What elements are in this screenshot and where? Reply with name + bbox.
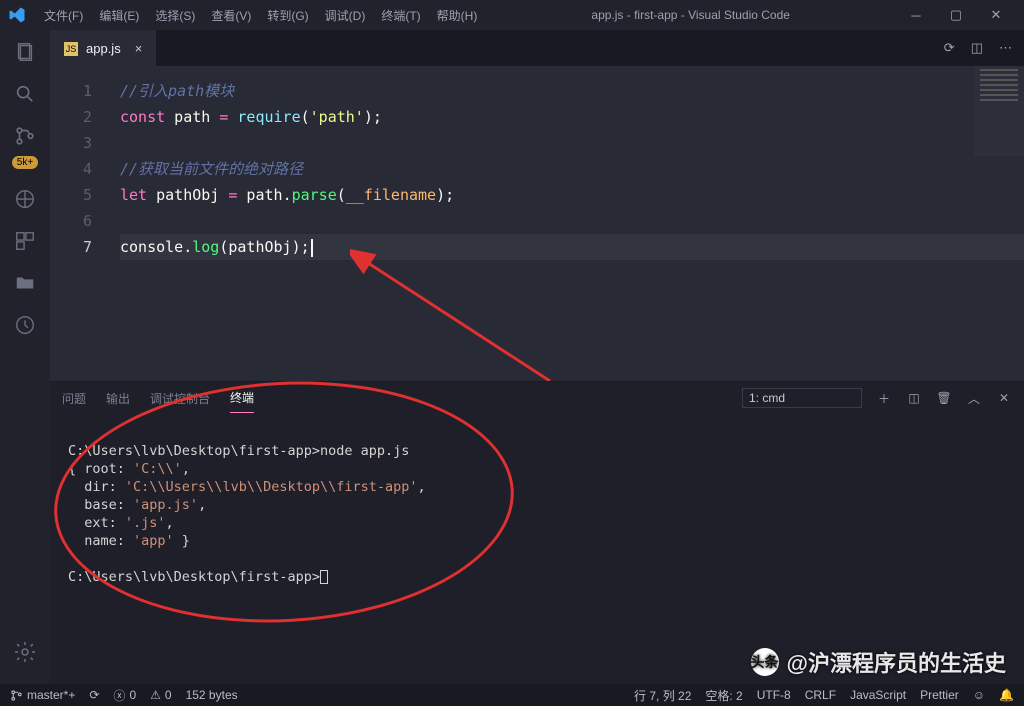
- menu-help[interactable]: 帮助(H): [429, 7, 486, 24]
- menu-select[interactable]: 选择(S): [147, 7, 203, 24]
- maximize-panel-icon[interactable]: ︿: [966, 390, 982, 406]
- extensions-icon[interactable]: [13, 229, 37, 253]
- watermark: 头条 @沪漂程序员的生活史: [751, 646, 1006, 678]
- tab-app-js[interactable]: JS app.js ×: [50, 30, 156, 66]
- git-branch[interactable]: master*+: [10, 688, 75, 702]
- panel-tab-output[interactable]: 输出: [106, 384, 130, 413]
- menu-file[interactable]: 文件(F): [36, 7, 91, 24]
- more-actions-icon[interactable]: ⋯: [999, 40, 1012, 56]
- menu-debug[interactable]: 调试(D): [317, 7, 374, 24]
- search-icon[interactable]: [13, 82, 37, 106]
- new-terminal-icon[interactable]: ＋: [876, 390, 892, 406]
- tab-close-icon[interactable]: ×: [135, 41, 143, 56]
- panel-tabs: 问题 输出 调试控制台 终端 1: cmd ＋ ◫ 🗑 ︿ ✕: [50, 382, 1024, 414]
- folder-icon[interactable]: [13, 271, 37, 295]
- terminal-selector[interactable]: 1: cmd: [742, 388, 862, 408]
- line-gutter: 123 456 7: [50, 66, 110, 381]
- watermark-icon: 头条: [751, 648, 779, 676]
- watermark-text: @沪漂程序员的生活史: [787, 646, 1006, 678]
- close-panel-icon[interactable]: ✕: [996, 390, 1012, 406]
- panel-tab-debug-console[interactable]: 调试控制台: [150, 384, 210, 413]
- js-file-icon: JS: [64, 42, 78, 56]
- eol[interactable]: CRLF: [805, 688, 836, 702]
- minimap[interactable]: [974, 66, 1024, 156]
- panel: 问题 输出 调试控制台 终端 1: cmd ＋ ◫ 🗑 ︿ ✕ C:\Users…: [50, 381, 1024, 684]
- terminal-cursor: [320, 570, 328, 584]
- settings-icon[interactable]: [13, 640, 37, 664]
- editor-zone: JS app.js × ⟳ ◫ ⋯ 123 456 7 //引入path模块 c…: [50, 30, 1024, 684]
- panel-tab-problems[interactable]: 问题: [62, 384, 86, 413]
- title-bar: 文件(F) 编辑(E) 选择(S) 查看(V) 转到(G) 调试(D) 终端(T…: [0, 0, 1024, 30]
- warnings-count[interactable]: ⚠ 0: [150, 688, 171, 702]
- cursor-position[interactable]: 行 7, 列 22: [634, 687, 691, 704]
- source-control-icon[interactable]: [13, 124, 37, 148]
- sync-icon[interactable]: ⟳: [89, 688, 99, 702]
- window-title: app.js - first-app - Visual Studio Code: [485, 8, 896, 22]
- explorer-icon[interactable]: [13, 40, 37, 64]
- history-icon[interactable]: [13, 313, 37, 337]
- feedback-icon[interactable]: ☺: [973, 688, 985, 702]
- errors-count[interactable]: ⓧ 0: [113, 687, 136, 704]
- scm-badge: 5k+: [12, 156, 38, 169]
- window-controls: ─ ▢ ✕: [896, 0, 1016, 30]
- panel-tab-terminal[interactable]: 终端: [230, 383, 254, 413]
- encoding[interactable]: UTF-8: [757, 688, 791, 702]
- indent-setting[interactable]: 空格: 2: [705, 687, 742, 704]
- debug-icon[interactable]: [13, 187, 37, 211]
- code-content[interactable]: //引入path模块 const path = require('path');…: [110, 66, 1024, 381]
- split-terminal-icon[interactable]: ◫: [906, 390, 922, 406]
- minimize-button[interactable]: ─: [896, 0, 936, 30]
- tab-filename: app.js: [86, 41, 121, 56]
- maximize-button[interactable]: ▢: [936, 0, 976, 30]
- menu-terminal[interactable]: 终端(T): [373, 7, 428, 24]
- menu-bar: 文件(F) 编辑(E) 选择(S) 查看(V) 转到(G) 调试(D) 终端(T…: [36, 7, 485, 24]
- split-editor-icon[interactable]: ◫: [971, 40, 983, 56]
- menu-goto[interactable]: 转到(G): [259, 7, 316, 24]
- menu-view[interactable]: 查看(V): [203, 7, 259, 24]
- file-size: 152 bytes: [186, 688, 238, 702]
- kill-terminal-icon[interactable]: 🗑: [936, 390, 952, 406]
- vscode-logo-icon: [8, 6, 26, 24]
- code-editor[interactable]: 123 456 7 //引入path模块 const path = requir…: [50, 66, 1024, 381]
- terminal-content[interactable]: C:\Users\lvb\Desktop\first-app>node app.…: [50, 414, 1024, 684]
- status-bar: master*+ ⟳ ⓧ 0 ⚠ 0 152 bytes 行 7, 列 22 空…: [0, 684, 1024, 706]
- activity-bar: 5k+: [0, 30, 50, 684]
- prettier-status[interactable]: Prettier: [920, 688, 959, 702]
- notifications-icon[interactable]: 🔔: [999, 688, 1014, 702]
- editor-cursor: [311, 239, 313, 257]
- menu-edit[interactable]: 编辑(E): [91, 7, 147, 24]
- close-button[interactable]: ✕: [976, 0, 1016, 30]
- language-mode[interactable]: JavaScript: [850, 688, 906, 702]
- compare-changes-icon[interactable]: ⟳: [944, 40, 955, 56]
- tab-bar: JS app.js × ⟳ ◫ ⋯: [50, 30, 1024, 66]
